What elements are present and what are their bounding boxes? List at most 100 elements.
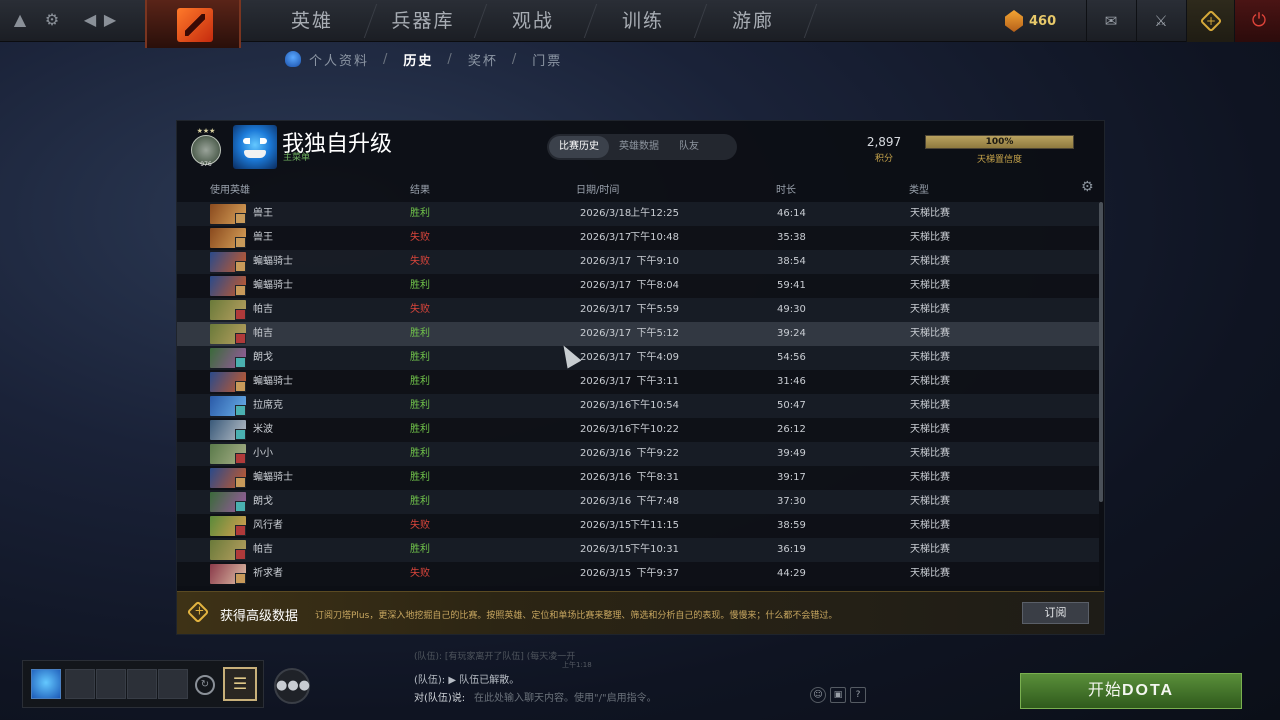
chat-panel: (队伍): [有玩家离开了队伍] (每天凌一开 上午1:18 (队伍): ▶ 队… [407, 645, 870, 710]
column-header-hero[interactable]: 使用英雄 [210, 181, 250, 196]
chat-input-row[interactable]: 对(队伍)说: 在此处输入聊天内容。使用"/"启用指令。 ☺ ▣ ? [407, 685, 870, 705]
table-row[interactable]: 蝙蝠骑士 胜利 2026/3/16 下午8:31 39:17 天梯比赛 [177, 466, 1099, 490]
dota-plus-button[interactable]: + [1186, 0, 1234, 42]
nav-tab-watch[interactable]: 观战 [478, 0, 588, 42]
rank-medal[interactable]: ★★★ 976 [187, 127, 225, 168]
dota-plus-small-icon[interactable]: ▲ [10, 10, 30, 30]
mmr-value: 2,897 [866, 135, 902, 149]
settings-gear-icon[interactable]: ⚙ [42, 10, 62, 30]
table-row[interactable]: 蝙蝠骑士 胜利 2026/3/17 下午3:11 31:46 天梯比赛 [177, 370, 1099, 394]
tab-match-history[interactable]: 比赛历史 [549, 136, 609, 158]
table-row[interactable]: 风行者 失败 2026/3/15 下午11:15 38:59 天梯比赛 [177, 514, 1099, 538]
chat-channel-label[interactable]: 对(队伍)说: [414, 689, 465, 704]
dota-plus-banner: 获得高级数据 订阅刀塔Plus，更深入地挖掘自己的比赛。按照英雄、定位和单场比赛… [177, 591, 1104, 634]
hero-portrait [210, 324, 246, 344]
table-row[interactable]: 拉席克 胜利 2026/3/16 下午10:54 50:47 天梯比赛 [177, 394, 1099, 418]
shards-icon [1005, 10, 1023, 32]
match-result: 失败 [410, 520, 430, 531]
top-bar: ▲ ⚙ ◀ ▶ 英雄 兵器库 观战 训练 游廊 460 ✉ ⚔ + ⏻ [0, 0, 1280, 48]
friends-button[interactable]: ●●● [274, 668, 310, 704]
chat-help-icon[interactable]: ? [850, 687, 866, 703]
nav-tab-learn[interactable]: 训练 [588, 0, 698, 42]
mail-button[interactable]: ✉ [1086, 0, 1134, 42]
column-header-duration[interactable]: 时长 [776, 181, 796, 196]
hero-name: 帕吉 [253, 304, 273, 315]
dota-logo-button[interactable] [145, 0, 241, 48]
match-result: 失败 [410, 568, 430, 579]
table-row[interactable]: 帕吉 胜利 2026/3/17 下午5:12 39:24 天梯比赛 [177, 322, 1099, 346]
match-type: 天梯比赛 [910, 400, 950, 411]
match-time: 下午10:54 [630, 400, 679, 411]
tab-hero-stats[interactable]: 英雄数据 [609, 136, 669, 158]
rank-number: 976 [200, 161, 212, 168]
subnav-profile[interactable]: 个人资料 [309, 50, 369, 69]
match-list-scrollbar[interactable] [1099, 202, 1103, 502]
table-row[interactable]: 朗戈 胜利 2026/3/16 下午7:48 37:30 天梯比赛 [177, 490, 1099, 514]
table-row[interactable]: 米波 胜利 2026/3/16 下午10:22 26:12 天梯比赛 [177, 418, 1099, 442]
nav-tab-heroes[interactable]: 英雄 [257, 0, 367, 42]
column-header-datetime[interactable]: 日期/时间 [576, 181, 619, 196]
subnav-tickets[interactable]: 门票 [532, 50, 562, 69]
party-slot-empty[interactable] [158, 669, 188, 699]
chat-input[interactable]: 在此处输入聊天内容。使用"/"启用指令。 [474, 689, 657, 704]
table-row[interactable]: 小小 胜利 2026/3/16 下午9:22 39:49 天梯比赛 [177, 442, 1099, 466]
party-slot-empty[interactable] [65, 669, 95, 699]
table-row[interactable]: 帕吉 胜利 2026/3/15 下午10:31 36:19 天梯比赛 [177, 538, 1099, 562]
party-refresh-icon[interactable]: ↻ [195, 675, 215, 695]
match-type: 天梯比赛 [910, 496, 950, 507]
match-history-panel: ★★★ 976 我独自升级 主菜单 比赛历史 英雄数据 队友 2,897 积分 … [176, 120, 1105, 635]
table-row[interactable]: 兽王 失败 2026/3/17 下午10:48 35:38 天梯比赛 [177, 226, 1099, 250]
match-time: 下午10:31 [630, 544, 679, 555]
table-row[interactable]: 朗戈 胜利 2026/3/17 下午4:09 54:56 天梯比赛 [177, 346, 1099, 370]
table-row[interactable]: 蝙蝠骑士 胜利 2026/3/17 下午8:04 59:41 天梯比赛 [177, 274, 1099, 298]
shards-counter[interactable]: 460 [1005, 8, 1056, 34]
column-header-result[interactable]: 结果 [410, 181, 430, 196]
hero-portrait [210, 444, 246, 464]
subnav-separator: / [511, 51, 519, 67]
subnav-separator: / [383, 51, 390, 67]
match-time: 下午8:31 [636, 472, 679, 483]
column-header-type[interactable]: 类型 [909, 181, 929, 196]
subnav-trophies[interactable]: 奖杯 [468, 50, 498, 69]
table-row[interactable]: 蝙蝠骑士 失败 2026/3/17 下午9:10 38:54 天梯比赛 [177, 250, 1099, 274]
party-member-self[interactable] [31, 669, 61, 699]
match-time: 下午4:09 [636, 352, 679, 363]
tab-teammates[interactable]: 队友 [669, 136, 709, 158]
dota-plus-banner-icon [186, 600, 210, 624]
emoticon-icon[interactable]: ☺ [810, 687, 826, 703]
hero-portrait [210, 492, 246, 512]
match-duration: 36:19 [777, 544, 806, 555]
table-row[interactable]: 兽王 胜利 2026/3/18 上午12:25 46:14 天梯比赛 [177, 202, 1099, 226]
confidence-label: 天梯置信度 [976, 155, 1022, 165]
hero-name: 帕吉 [253, 544, 273, 555]
match-duration: 44:29 [777, 568, 806, 579]
hero-portrait [210, 540, 246, 560]
armory-button[interactable]: ⚔ [1136, 0, 1184, 42]
chat-faded-line: (队伍): [有玩家离开了队伍] (每天凌一开 [414, 652, 576, 662]
role-badge-icon [235, 333, 246, 344]
subscribe-button[interactable]: 订阅 [1022, 602, 1089, 624]
exit-button[interactable]: ⏻ [1234, 0, 1280, 42]
table-row[interactable]: 帕吉 失败 2026/3/17 下午5:59 49:30 天梯比赛 [177, 298, 1099, 322]
match-type: 天梯比赛 [910, 376, 950, 387]
play-dota-button[interactable]: 开始DOTA [1020, 673, 1242, 709]
armory-icon: ⚔ [1154, 12, 1168, 30]
subnav-history[interactable]: 历史 [403, 50, 433, 69]
party-slot-empty[interactable] [96, 669, 126, 699]
guild-icon[interactable]: ☰ [223, 667, 257, 701]
forward-arrow-icon[interactable]: ▶ [100, 10, 120, 30]
nav-tab-arcade[interactable]: 游廊 [698, 0, 808, 42]
match-duration: 59:41 [777, 280, 806, 291]
nav-tab-armory[interactable]: 兵器库 [368, 0, 478, 42]
role-badge-icon [235, 237, 246, 248]
player-avatar[interactable] [233, 125, 277, 169]
match-type: 天梯比赛 [910, 328, 950, 339]
hero-name: 蝙蝠骑士 [253, 472, 293, 483]
table-row[interactable]: 祈求者 失败 2026/3/15 下午9:37 44:29 天梯比赛 [177, 562, 1099, 586]
match-duration: 39:24 [777, 328, 806, 339]
party-slot-empty[interactable] [127, 669, 157, 699]
back-arrow-icon[interactable]: ◀ [80, 10, 100, 30]
column-settings-gear-icon[interactable]: ⚙ [1081, 179, 1094, 195]
history-tabs: 比赛历史 英雄数据 队友 [547, 134, 737, 160]
chat-image-icon[interactable]: ▣ [830, 687, 846, 703]
